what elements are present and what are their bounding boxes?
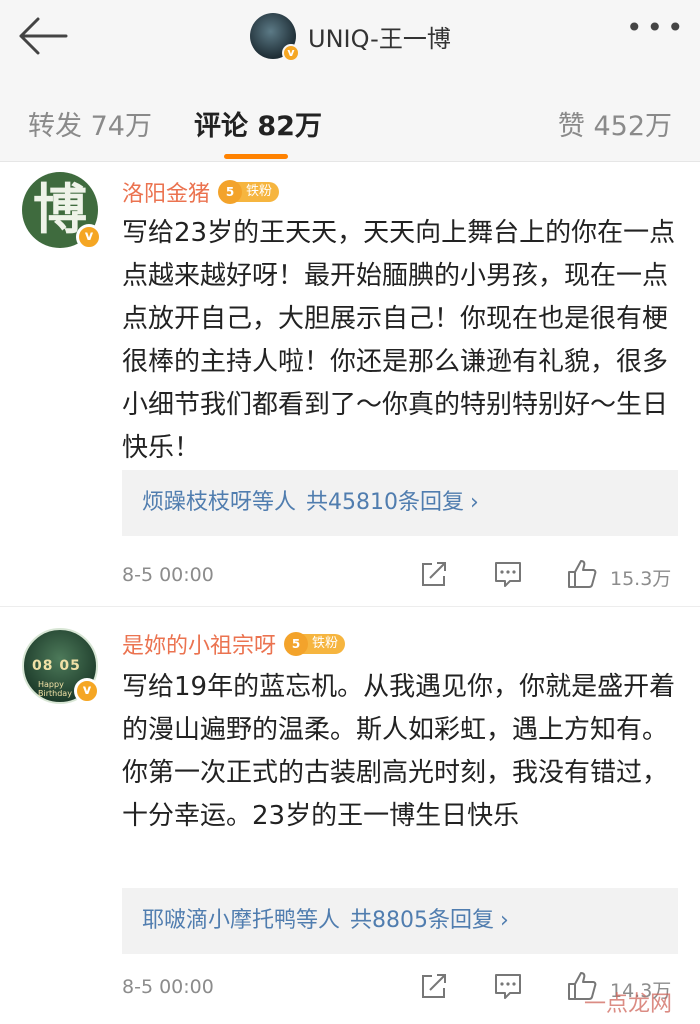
top-bar: v UNIQ-王一博 ••• <box>0 0 700 76</box>
verified-icon: v <box>74 678 100 704</box>
account-header[interactable]: v UNIQ-王一博 <box>250 12 451 62</box>
fan-badge[interactable]: 5 铁粉 <box>284 632 346 656</box>
fan-badge[interactable]: 5 铁粉 <box>218 180 280 204</box>
fan-badge-label: 铁粉 <box>302 634 346 654</box>
comment-meta: 8-5 00:00 15.3万 <box>122 556 682 596</box>
active-tab-indicator <box>224 154 288 159</box>
account-name: UNIQ-王一博 <box>308 24 451 53</box>
chevron-right-icon: › <box>470 490 479 515</box>
comment-text: 写给19年的蓝忘机。从我遇见你，你就是盛开着的漫山遍野的温柔。斯人如彩虹，遇上方… <box>122 672 676 831</box>
comment-icon <box>495 974 521 999</box>
verified-icon: v <box>282 44 300 62</box>
account-avatar[interactable]: v <box>250 13 300 62</box>
username[interactable]: 是妳的小祖宗呀 <box>122 628 276 660</box>
more-button[interactable]: ••• <box>626 14 686 48</box>
user-avatar[interactable]: 08 05 Happy Birthday v <box>22 628 100 704</box>
comment-text: 写给23岁的王天天，天天向上舞台上的你在一点点越来越好呀！最开始腼腆的小男孩，现… <box>122 218 676 463</box>
crown-icon: 5 <box>284 632 309 656</box>
crown-icon: 5 <box>218 180 243 204</box>
thumbs-up-icon <box>568 560 597 588</box>
comment-icon <box>495 562 521 587</box>
avatar-digits: 08 05 <box>32 658 81 674</box>
like-count: 15.3万 <box>610 568 672 590</box>
reply-count: 共8805条回复 <box>350 908 495 933</box>
reply-users: 耶啵滴小摩托鸭等人 <box>142 908 341 933</box>
back-arrow-icon <box>19 17 68 55</box>
fan-badge-label: 铁粉 <box>236 182 280 202</box>
replies-preview[interactable]: 烦躁枝枝呀等人 共45810条回复 › <box>122 470 678 536</box>
comment-item: 08 05 Happy Birthday v 是妳的小祖宗呀 5 铁粉 写给19… <box>0 608 700 1024</box>
username[interactable]: 洛阳金猪 <box>122 176 210 208</box>
reply-count: 共45810条回复 <box>306 490 465 515</box>
back-button[interactable] <box>16 14 68 58</box>
watermark: 一点龙网 <box>583 992 672 1017</box>
reply-button[interactable] <box>492 970 524 1002</box>
tab-bar: 转发 74万 评论 82万 赞 452万 <box>0 76 700 162</box>
share-button[interactable] <box>418 558 450 590</box>
replies-preview[interactable]: 耶啵滴小摩托鸭等人 共8805条回复 › <box>122 888 678 954</box>
share-icon <box>422 562 446 586</box>
username-row: 是妳的小祖宗呀 5 铁粉 <box>122 628 346 660</box>
comment-time: 8-5 00:00 <box>122 976 214 998</box>
comment-time: 8-5 00:00 <box>122 564 214 586</box>
like-button[interactable] <box>566 558 598 590</box>
reply-button[interactable] <box>492 558 524 590</box>
reply-users: 烦躁枝枝呀等人 <box>142 490 297 515</box>
comment-item: 博 v 洛阳金猪 5 铁粉 写给23岁的王天天，天天向上舞台上的你在一点点越来越… <box>0 162 700 607</box>
tab-comments[interactable]: 评论 82万 <box>194 104 322 143</box>
user-avatar[interactable]: 博 v <box>22 172 102 250</box>
more-dots-icon: ••• <box>626 11 688 44</box>
share-icon <box>422 974 446 998</box>
tab-likes[interactable]: 赞 452万 <box>558 104 672 143</box>
verified-icon: v <box>76 224 102 250</box>
chevron-right-icon: › <box>500 908 509 933</box>
username-row: 洛阳金猪 5 铁粉 <box>122 176 280 208</box>
tab-forward[interactable]: 转发 74万 <box>28 104 152 143</box>
share-button[interactable] <box>418 970 450 1002</box>
